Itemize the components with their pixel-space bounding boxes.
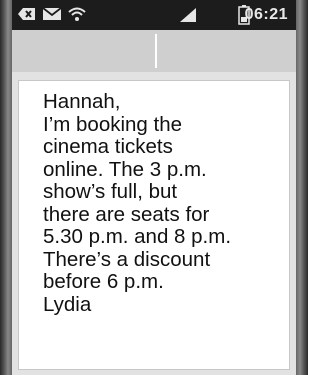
close-notification-icon bbox=[18, 6, 36, 27]
message-line: show’s full, but bbox=[43, 180, 178, 203]
mail-icon bbox=[42, 6, 62, 27]
message-line: online. The 3 p.m. bbox=[43, 157, 207, 181]
toolbar-divider bbox=[155, 34, 157, 68]
status-bar: 06:21 bbox=[12, 0, 296, 30]
message-signature: Lydia bbox=[43, 292, 92, 316]
phone-frame: 06:21 Hannah, I’m booking the cinema tic… bbox=[0, 0, 308, 375]
message-greeting: Hannah, bbox=[43, 90, 121, 113]
message-text: Hannah, I’m booking the cinema tickets o… bbox=[43, 90, 283, 316]
message-line: 5.30 p.m. and 8 p.m. bbox=[43, 225, 232, 248]
message-line: there are seats for bbox=[43, 202, 210, 226]
app-toolbar bbox=[12, 30, 296, 73]
message-line: before 6 p.m. bbox=[43, 270, 164, 293]
message-line: I’m booking the bbox=[43, 112, 183, 136]
phone-bezel-left bbox=[0, 0, 12, 375]
status-time: 06:21 bbox=[244, 6, 288, 23]
message-line: cinema tickets bbox=[43, 135, 173, 158]
phone-bezel-right bbox=[296, 0, 308, 375]
message-line: There’s a discount bbox=[43, 247, 211, 271]
wifi-icon bbox=[68, 6, 86, 27]
signal-icon bbox=[180, 8, 196, 27]
